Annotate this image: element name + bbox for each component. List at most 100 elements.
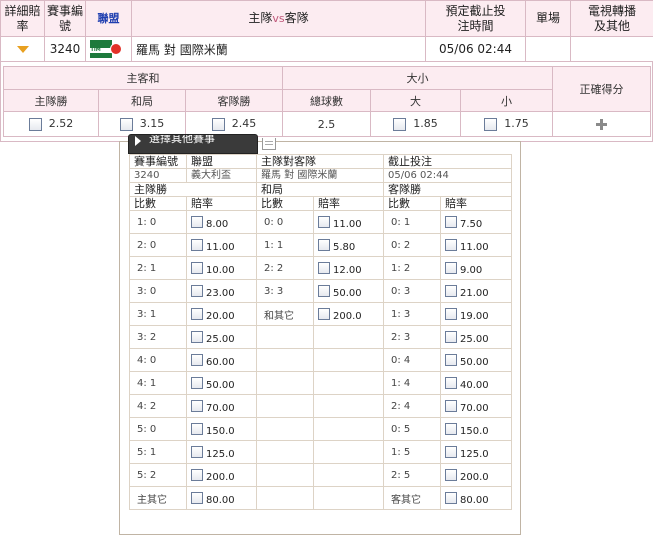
score-row: 3: 0 23.00 3: 3 50.00 0: 3 21.00 xyxy=(129,279,512,303)
col-league[interactable]: 聯盟 xyxy=(85,0,132,37)
away-score-checkbox[interactable] xyxy=(445,469,457,481)
home-score-odds: 20.00 xyxy=(206,311,235,322)
sc-head-match-no: 賽事編號 xyxy=(129,154,187,169)
draw-score-checkbox[interactable] xyxy=(318,285,330,297)
home-score-checkbox[interactable] xyxy=(191,331,203,343)
away-score-cell: 2: 4 xyxy=(383,394,441,418)
away-odds-cell: 80.00 xyxy=(440,486,512,510)
league-link[interactable]: 聯盟 xyxy=(98,12,120,25)
home-score-checkbox[interactable] xyxy=(191,469,203,481)
away-score-checkbox[interactable] xyxy=(445,423,457,435)
away-score-odds: 50.00 xyxy=(460,357,489,368)
plus-icon[interactable] xyxy=(596,119,608,130)
away-odds-cell: 25.00 xyxy=(440,325,512,349)
away-score-checkbox[interactable] xyxy=(445,400,457,412)
home-score-checkbox[interactable] xyxy=(191,492,203,504)
home-score-checkbox[interactable] xyxy=(191,239,203,251)
draw-odds-cell: 200.0 xyxy=(313,302,384,326)
away-score-odds: 200.0 xyxy=(460,472,489,483)
draw-checkbox[interactable] xyxy=(119,117,133,131)
home-score-cell: 5: 2 xyxy=(129,463,187,487)
home-score-cell: 1: 0 xyxy=(129,210,187,234)
over-odds: 1.85 xyxy=(413,117,438,131)
col-teams: 主隊vs客隊 xyxy=(131,0,426,37)
away-score-checkbox[interactable] xyxy=(445,262,457,274)
away-score-cell: 1: 2 xyxy=(383,256,441,280)
home-score-odds: 23.00 xyxy=(206,288,235,299)
away-win-checkbox[interactable] xyxy=(211,117,225,131)
home-score-checkbox[interactable] xyxy=(191,285,203,297)
home-score-checkbox[interactable] xyxy=(191,423,203,435)
draw-score-checkbox[interactable] xyxy=(318,308,330,320)
home-score-checkbox[interactable] xyxy=(191,354,203,366)
document-icon[interactable] xyxy=(262,138,276,150)
draw-odds-cell xyxy=(313,486,384,510)
home-score-checkbox[interactable] xyxy=(191,216,203,228)
sc-col-score-draw: 比數 xyxy=(256,196,314,211)
score-row: 2: 0 11.00 1: 1 5.80 0: 2 11.00 xyxy=(129,233,512,257)
expand-detail-cell[interactable] xyxy=(0,36,45,62)
sc-teams: 羅馬 對 國際米蘭 xyxy=(256,168,384,183)
away-score-checkbox[interactable] xyxy=(445,354,457,366)
league-logo-cell: TIM xyxy=(85,36,132,62)
odds-under-cell: 1.75 xyxy=(460,111,554,137)
away-score-odds: 25.00 xyxy=(460,334,489,345)
sc-col-score-home: 比數 xyxy=(129,196,187,211)
under-checkbox[interactable] xyxy=(484,117,498,131)
home-score-odds: 70.00 xyxy=(206,403,235,414)
correct-score-expand-cell[interactable] xyxy=(552,111,652,137)
col-close-time: 預定截止投注時間 xyxy=(425,0,526,37)
odds-home-cell: 2.52 xyxy=(3,111,99,137)
away-score-checkbox[interactable] xyxy=(445,285,457,297)
away-score-checkbox[interactable] xyxy=(445,446,457,458)
home-score-checkbox[interactable] xyxy=(191,308,203,320)
chevron-down-icon[interactable] xyxy=(16,46,29,53)
home-score-cell: 主其它 xyxy=(129,486,187,510)
away-score-checkbox[interactable] xyxy=(445,308,457,320)
teams-cell: 羅馬 對 國際米蘭 xyxy=(131,36,426,62)
home-score-checkbox[interactable] xyxy=(191,262,203,274)
away-odds-cell: 50.00 xyxy=(440,348,512,372)
away-score-checkbox[interactable] xyxy=(445,492,457,504)
home-odds-cell: 8.00 xyxy=(186,210,257,234)
away-odds-cell: 200.0 xyxy=(440,463,512,487)
home-score-checkbox[interactable] xyxy=(191,400,203,412)
draw-score-cell: 1: 1 xyxy=(256,233,314,257)
score-row: 4: 2 70.00 2: 4 70.00 xyxy=(129,394,512,418)
score-row: 3: 1 20.00 和其它 200.0 1: 3 19.00 xyxy=(129,302,512,326)
home-odds-cell: 200.0 xyxy=(186,463,257,487)
away-odds-cell: 150.0 xyxy=(440,417,512,441)
select-other-match-tab[interactable]: 選擇其他賽事 xyxy=(128,134,258,154)
home-win-checkbox[interactable] xyxy=(28,117,42,131)
tim-cup-logo-icon: TIM xyxy=(89,40,122,58)
col-teams-home: 主隊 xyxy=(248,11,273,25)
away-score-checkbox[interactable] xyxy=(445,331,457,343)
col-tv-label: 電視轉播及其他 xyxy=(587,3,636,33)
away-score-odds: 7.50 xyxy=(460,219,483,230)
score-row: 5: 2 200.0 2: 5 200.0 xyxy=(129,463,512,487)
away-odds-cell: 11.00 xyxy=(440,233,512,257)
home-odds-cell: 25.00 xyxy=(186,325,257,349)
draw-score-checkbox[interactable] xyxy=(318,262,330,274)
away-odds-cell: 9.00 xyxy=(440,256,512,280)
score-row: 1: 0 8.00 0: 0 11.00 0: 1 7.50 xyxy=(129,210,512,234)
odds-col-over: 大 xyxy=(370,89,462,112)
score-row: 3: 2 25.00 2: 3 25.00 xyxy=(129,325,512,349)
away-score-checkbox[interactable] xyxy=(445,377,457,389)
away-score-checkbox[interactable] xyxy=(445,216,457,228)
draw-score-cell xyxy=(256,417,314,441)
draw-score-checkbox[interactable] xyxy=(318,216,330,228)
over-checkbox[interactable] xyxy=(393,117,407,131)
draw-score-cell: 2: 2 xyxy=(256,256,314,280)
draw-odds-cell: 11.00 xyxy=(313,210,384,234)
home-score-checkbox[interactable] xyxy=(191,377,203,389)
col-match-no: 賽事編號 xyxy=(44,0,86,37)
draw-score-checkbox[interactable] xyxy=(318,239,330,251)
away-score-odds: 150.0 xyxy=(460,426,489,437)
away-score-checkbox[interactable] xyxy=(445,239,457,251)
draw-score-cell: 3: 3 xyxy=(256,279,314,303)
home-score-checkbox[interactable] xyxy=(191,446,203,458)
away-score-cell: 1: 4 xyxy=(383,371,441,395)
draw-score-cell xyxy=(256,463,314,487)
away-score-cell: 1: 3 xyxy=(383,302,441,326)
